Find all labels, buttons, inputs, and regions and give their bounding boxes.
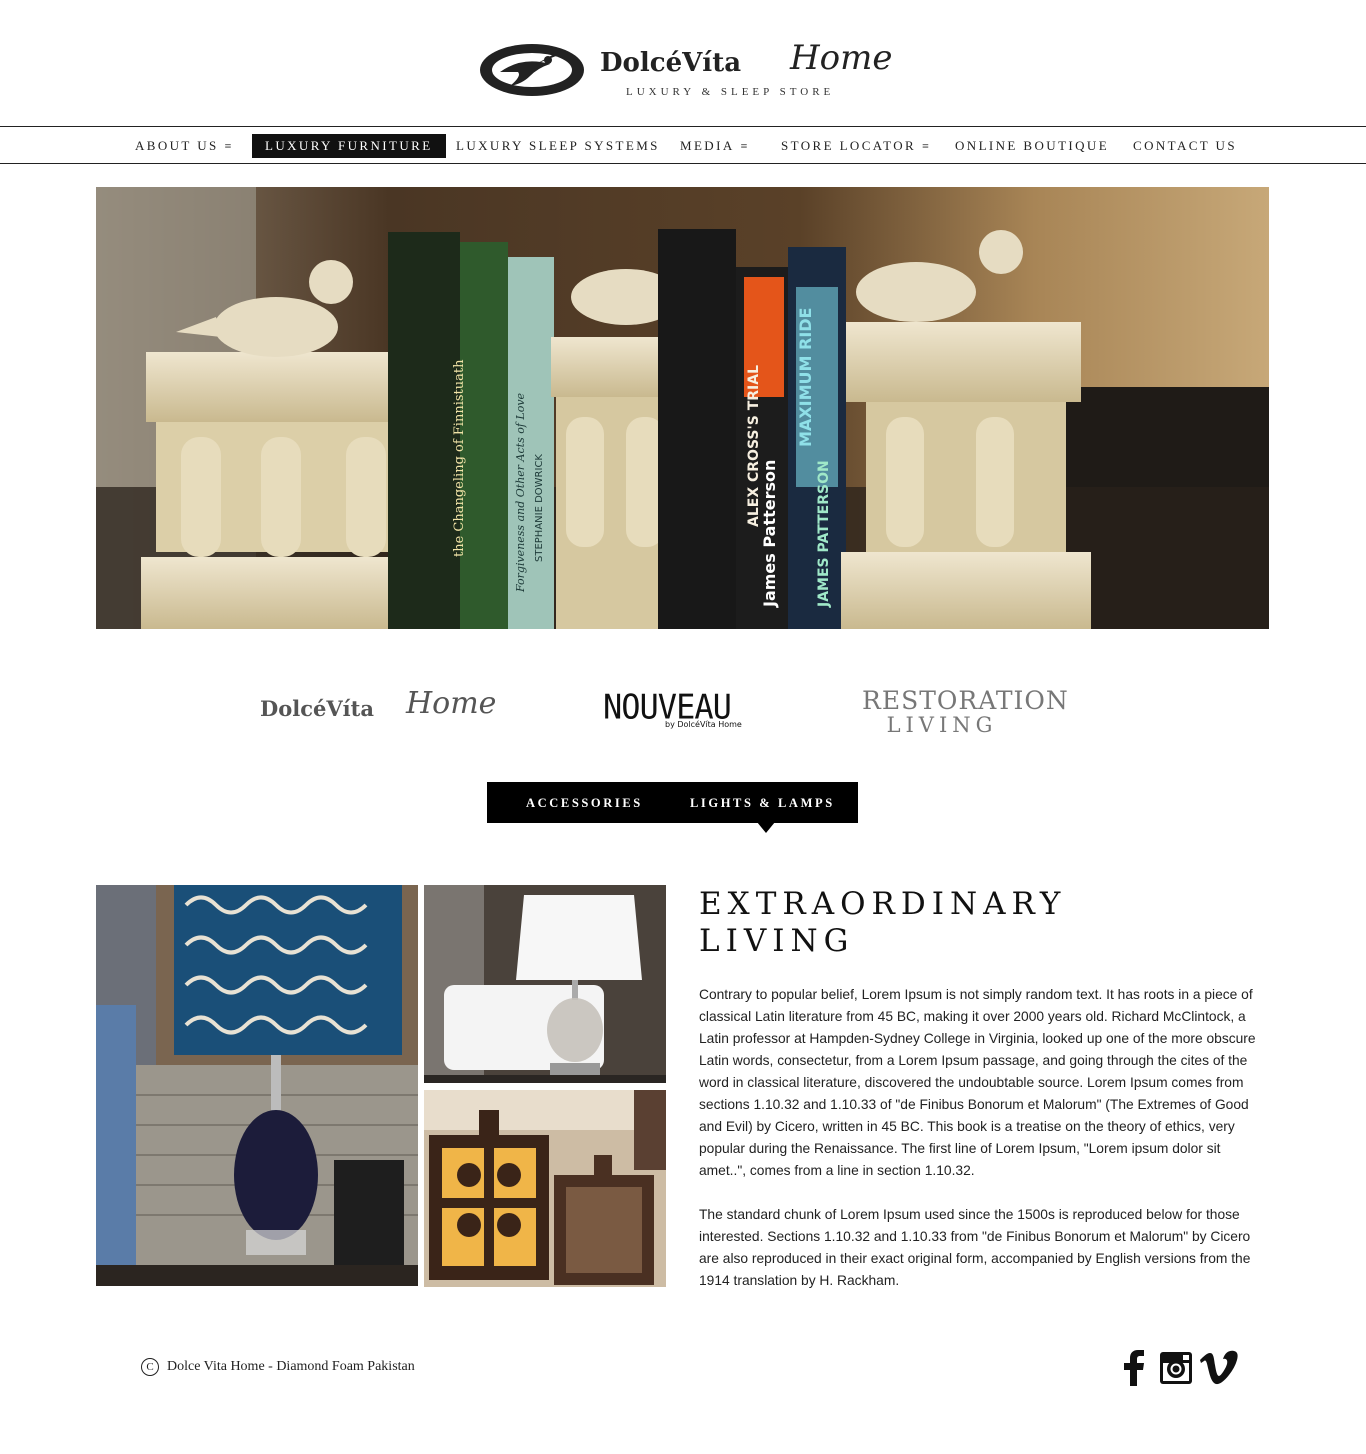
nav-label: LUXURY FURNITURE — [265, 138, 433, 153]
hero-bookends-illustration — [96, 187, 1269, 629]
nav-item-store-locator[interactable]: STORE LOCATOR ≡ — [781, 134, 929, 158]
nav-item-online-boutique[interactable]: ONLINE BOUTIQUE — [955, 134, 1109, 158]
nav-label: LUXURY SLEEP SYSTEMS — [456, 138, 660, 153]
nav-item-luxury-sleep-systems[interactable]: LUXURY SLEEP SYSTEMS — [456, 134, 660, 158]
nav-item-contact-us[interactable]: CONTACT US — [1133, 134, 1237, 158]
menu-icon: ≡ — [740, 139, 748, 153]
gallery-image-lanterns[interactable] — [424, 1090, 666, 1287]
nav-label: CONTACT US — [1133, 138, 1237, 153]
hero-book-4: MAXIMUM RIDE — [796, 307, 815, 447]
hero-book-3-author: James Patterson — [760, 459, 779, 607]
site-logo[interactable]: DolcéVíta Home LUXURY & SLEEP STORE — [478, 36, 893, 102]
lanterns-illustration — [424, 1090, 666, 1287]
footer-copyright-text: Dolce Vita Home - Diamond Foam Pakistan — [167, 1359, 415, 1374]
section-paragraph-2: The standard chunk of Lorem Ipsum used s… — [699, 1207, 1251, 1288]
hero-book-1: the Changeling of Finnistuath — [452, 359, 467, 558]
hero-image: the Changeling of Finnistuath Forgivenes… — [96, 187, 1269, 629]
nav-label: ABOUT US — [135, 138, 219, 153]
logo-wordmark: DolcéVíta — [600, 48, 742, 78]
copyright-icon: C — [141, 1357, 159, 1376]
menu-icon: ≡ — [224, 139, 232, 153]
instagram-icon[interactable] — [1159, 1350, 1193, 1386]
glass-lamp-illustration — [424, 885, 666, 1083]
nav-item-about-us[interactable]: ABOUT US ≡ — [135, 134, 231, 158]
vimeo-icon[interactable] — [1199, 1350, 1239, 1386]
brand-restoration-line1: RESTORATION — [862, 686, 1069, 715]
brand-logo-restoration-living[interactable]: RESTORATION LIVING — [862, 686, 1069, 738]
brand-dolcevita-script: Home — [406, 686, 497, 721]
hero-book-4-author: JAMES PATTERSON — [816, 460, 832, 607]
section-title-line2: LIVING — [699, 923, 855, 959]
hero-book-2: Forgiveness and Other Acts of Love — [514, 392, 527, 592]
brand-logo-dolcevita-home[interactable]: DolcéVíta Home — [260, 686, 496, 726]
brand-logo-nouveau[interactable]: NOUVEAU by DolcéVíta Home — [603, 687, 743, 734]
logo-script: Home — [790, 38, 893, 78]
nav-label: ONLINE BOUTIQUE — [955, 138, 1110, 153]
section-title: EXTRAORDINARY LIVING — [699, 886, 1199, 960]
gallery-image-blue-lamp[interactable] — [96, 885, 418, 1286]
facebook-icon[interactable] — [1122, 1350, 1146, 1386]
hero-book-2-author: STEPHANIE DOWRICK — [534, 454, 545, 562]
main-nav: ABOUT US ≡ LUXURY FURNITURE LUXURY SLEEP … — [0, 126, 1366, 164]
site-header: DolcéVíta Home LUXURY & SLEEP STORE — [0, 0, 1366, 126]
nav-label: STORE LOCATOR — [781, 138, 917, 153]
section-title-line1: EXTRAORDINARY — [699, 886, 1067, 922]
category-tabs: ACCESSORIES LIGHTS & LAMPS — [487, 782, 858, 823]
tab-lights-and-lamps[interactable]: LIGHTS & LAMPS — [690, 782, 835, 823]
menu-icon: ≡ — [922, 139, 929, 153]
brand-restoration-line2: LIVING — [886, 713, 998, 737]
footer-copyright: C Dolce Vita Home - Diamond Foam Pakistan — [141, 1356, 415, 1378]
logo-emblem-icon — [480, 44, 584, 96]
nav-label: MEDIA — [680, 138, 735, 153]
gallery-image-glass-lamp[interactable] — [424, 885, 666, 1083]
brand-dolcevita-word: DolcéVíta — [260, 696, 374, 721]
blue-lamp-illustration — [96, 885, 418, 1286]
logo-tagline: LUXURY & SLEEP STORE — [626, 86, 835, 98]
brand-nouveau-sub: by DolcéVíta Home — [665, 720, 742, 729]
nav-item-luxury-furniture[interactable]: LUXURY FURNITURE — [252, 134, 446, 158]
tab-accessories[interactable]: ACCESSORIES — [526, 782, 643, 823]
section-paragraph-1: Contrary to popular belief, Lorem Ipsum … — [699, 987, 1256, 1178]
nav-item-media[interactable]: MEDIA ≡ — [680, 134, 747, 158]
active-tab-pointer-icon — [757, 822, 775, 833]
